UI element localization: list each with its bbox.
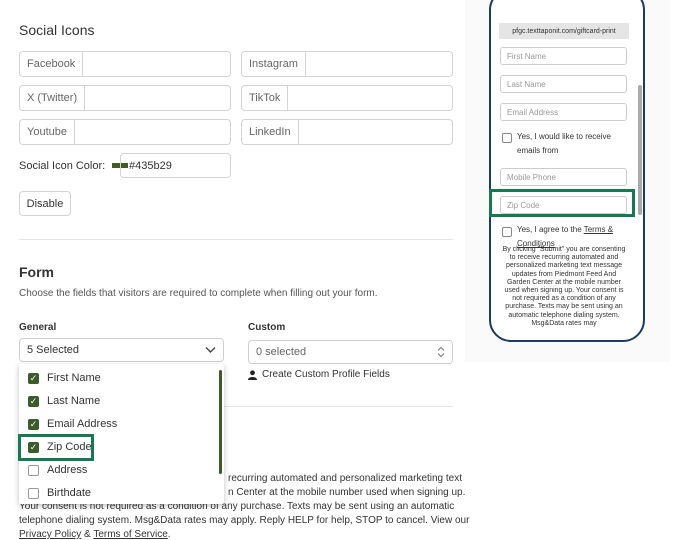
create-custom-fields-label: Create Custom Profile Fields xyxy=(262,369,390,380)
youtube-field[interactable]: Youtube xyxy=(19,119,231,145)
youtube-label: Youtube xyxy=(20,120,75,144)
checkbox-unchecked-icon[interactable] xyxy=(28,487,39,499)
preview-emails-checkbox[interactable] xyxy=(502,133,512,143)
social-color-input[interactable]: #435b29 xyxy=(120,153,231,178)
zip-code-option-highlight xyxy=(18,434,94,461)
terms-of-service-link[interactable]: Terms of Service xyxy=(93,529,167,540)
phone-preview: pfgc.texttaponit.com/giftcard-print Firs… xyxy=(489,0,645,342)
option-label: Email Address xyxy=(47,418,118,430)
preview-emails-text-2: emails from xyxy=(517,146,559,155)
preview-mobile[interactable]: Mobile Phone xyxy=(500,168,627,186)
linkedin-label: LinkedIn xyxy=(242,120,299,144)
social-color-row: Social Icon Color: xyxy=(19,153,134,178)
option-label: Birthdate xyxy=(47,487,92,499)
social-icons-heading: Social Icons xyxy=(19,22,95,38)
sort-arrows-icon xyxy=(437,346,445,361)
instagram-label: Instagram xyxy=(242,52,306,76)
section-divider xyxy=(19,239,453,240)
preview-emails-text-1: Yes, I would like to receive xyxy=(517,132,611,141)
tiktok-input[interactable] xyxy=(288,86,452,110)
facebook-label: Facebook xyxy=(20,52,84,76)
youtube-input[interactable] xyxy=(75,120,230,144)
option-label: Last Name xyxy=(47,395,101,407)
general-select-value: 5 Selected xyxy=(27,344,79,356)
custom-select-value: 0 selected xyxy=(256,346,307,358)
consent-period: . xyxy=(167,529,171,540)
consent-line-5: Privacy Policy & Terms of Service. xyxy=(19,529,171,540)
consent-line-1: recurring automated and personalized mar… xyxy=(228,473,463,484)
instagram-field[interactable]: Instagram xyxy=(241,51,453,77)
option-label: Address xyxy=(47,464,88,476)
tiktok-label: TikTok xyxy=(242,86,289,110)
option-birthdate[interactable]: Birthdate xyxy=(28,485,91,501)
preview-last-name[interactable]: Last Name xyxy=(500,75,627,93)
preview-scrollbar[interactable] xyxy=(638,85,642,215)
preview-email[interactable]: Email Address xyxy=(500,103,627,121)
custom-select[interactable]: 0 selected xyxy=(248,340,453,364)
option-first-name[interactable]: ✓ First Name xyxy=(28,370,101,386)
checkbox-checked-icon[interactable]: ✓ xyxy=(28,395,39,407)
consent-line-2: n Center at the mobile number used when … xyxy=(228,487,466,498)
general-select[interactable]: 5 Selected xyxy=(19,338,224,362)
linkedin-input[interactable] xyxy=(299,120,452,144)
facebook-field[interactable]: Facebook xyxy=(19,51,231,77)
user-icon xyxy=(248,369,257,380)
form-divider xyxy=(224,406,453,407)
preview-agree-text: Yes, I agree to the Terms & xyxy=(517,223,613,237)
preview-disclaimer: By clicking "Submit" you are consenting … xyxy=(502,246,626,327)
consent-line-4: telephone dialing system. Msg&Data rates… xyxy=(19,515,470,526)
preview-agree-checkbox[interactable] xyxy=(502,227,512,237)
dropdown-scrollbar[interactable] xyxy=(219,370,222,474)
general-label: General xyxy=(19,322,57,333)
linkedin-field[interactable]: LinkedIn xyxy=(241,119,453,145)
create-custom-fields-link[interactable]: Create Custom Profile Fields xyxy=(248,369,390,380)
tiktok-field[interactable]: TikTok xyxy=(241,85,453,111)
custom-label: Custom xyxy=(248,322,286,333)
preview-first-name[interactable]: First Name xyxy=(500,47,627,65)
privacy-policy-link[interactable]: Privacy Policy xyxy=(19,529,81,540)
preview-terms-link[interactable]: Terms & xyxy=(584,225,613,234)
checkbox-unchecked-icon[interactable] xyxy=(28,464,39,476)
preview-url-bar: pfgc.texttaponit.com/giftcard-print xyxy=(499,23,629,39)
facebook-input[interactable] xyxy=(83,52,230,76)
disable-button[interactable]: Disable xyxy=(19,191,71,216)
option-address[interactable]: Address xyxy=(28,462,87,478)
twitter-field[interactable]: X (Twitter) xyxy=(19,85,231,111)
option-label: First Name xyxy=(47,372,101,384)
form-heading: Form xyxy=(19,264,54,280)
social-color-label: Social Icon Color: xyxy=(19,159,106,172)
twitter-label: X (Twitter) xyxy=(20,86,86,110)
chevron-down-icon xyxy=(205,344,216,358)
option-email-address[interactable]: ✓ Email Address xyxy=(28,416,117,432)
consent-ampersand: & xyxy=(84,529,91,540)
checkbox-checked-icon[interactable]: ✓ xyxy=(28,372,39,384)
option-last-name[interactable]: ✓ Last Name xyxy=(28,393,100,409)
instagram-input[interactable] xyxy=(306,52,452,76)
twitter-input[interactable] xyxy=(85,86,230,110)
preview-agree-label: Yes, I agree to the xyxy=(517,225,582,234)
checkbox-checked-icon[interactable]: ✓ xyxy=(28,418,39,430)
form-description: Choose the fields that visitors are requ… xyxy=(19,288,378,299)
preview-zip-highlight xyxy=(489,189,635,217)
